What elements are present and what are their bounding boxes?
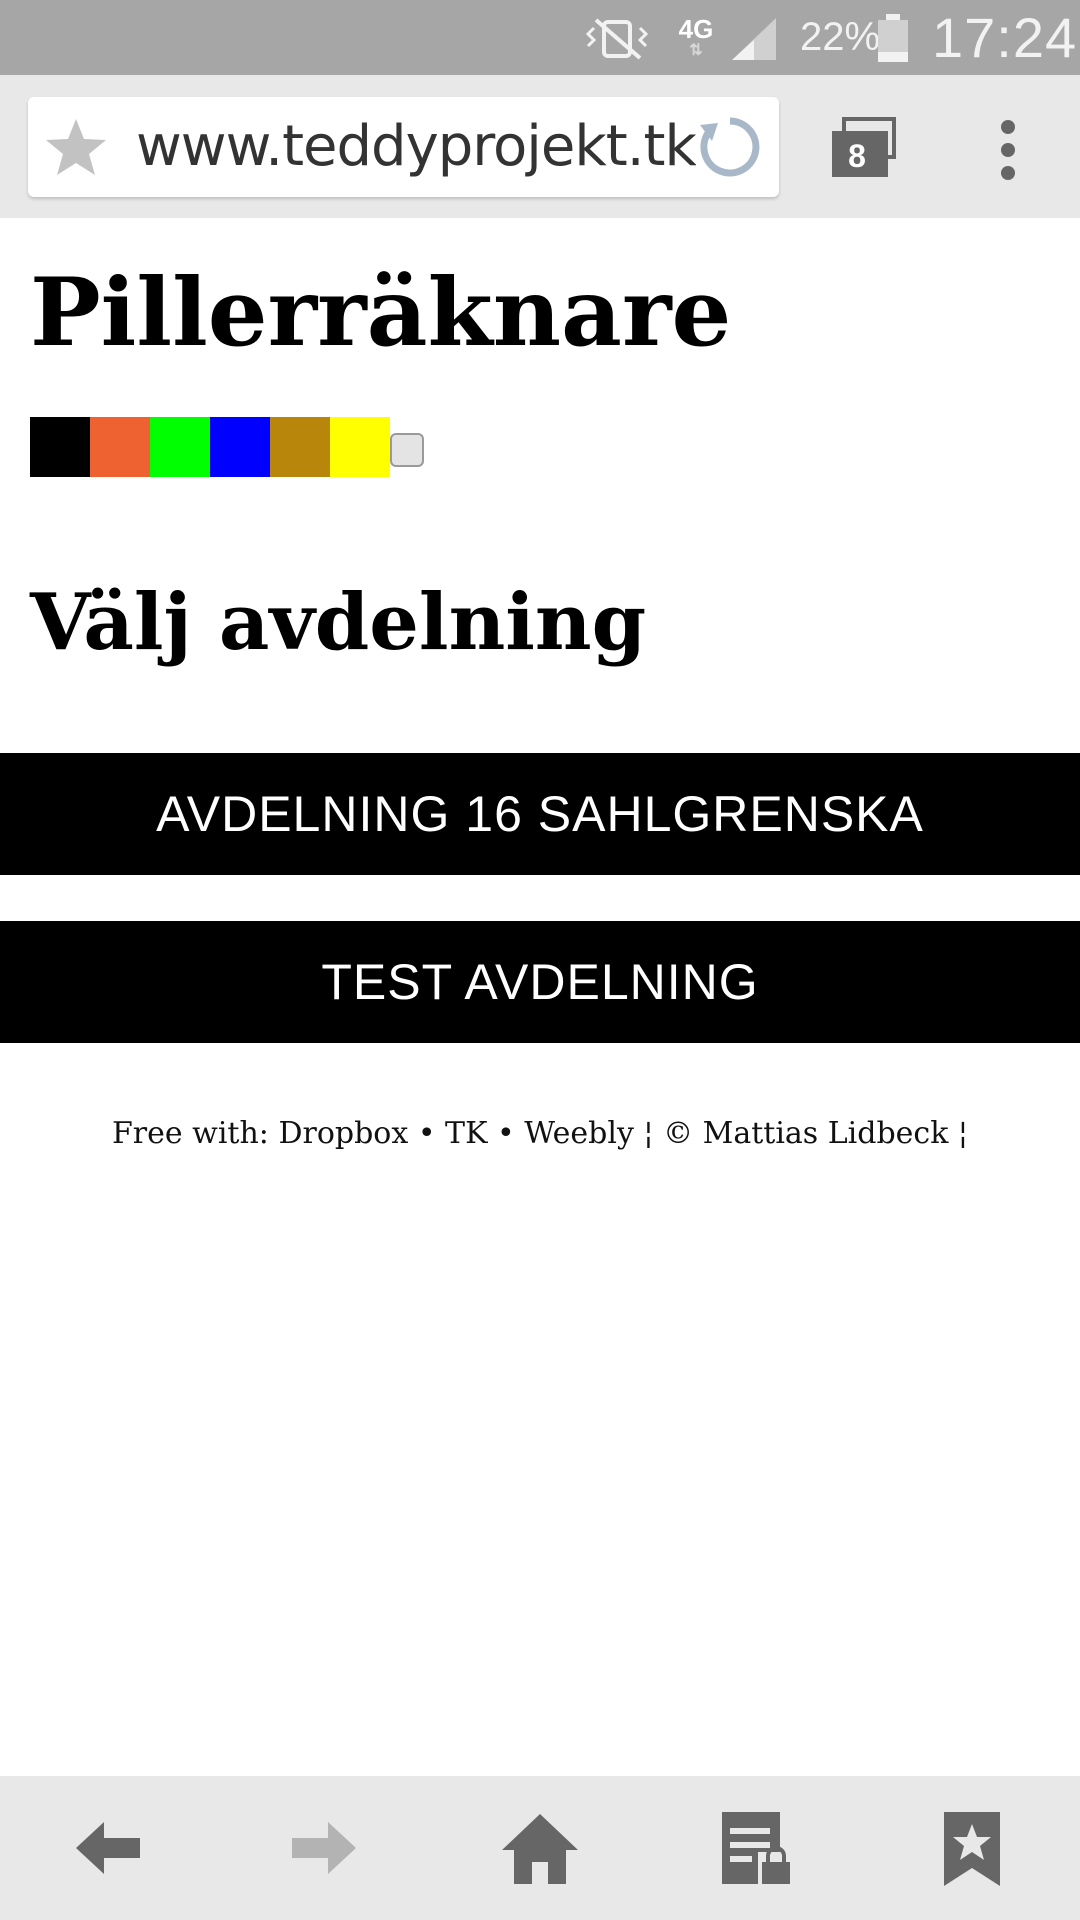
browser-toolbar: www.teddyprojekt.tk/ 8 (0, 75, 1080, 218)
color-checkbox[interactable] (390, 433, 424, 467)
color-swatch[interactable] (270, 417, 330, 477)
address-bar[interactable]: www.teddyprojekt.tk/ (28, 97, 779, 197)
forward-icon[interactable] (282, 1806, 366, 1890)
back-icon[interactable] (66, 1806, 150, 1890)
section-title: Välj avdelning (30, 577, 647, 668)
saved-pages-icon[interactable] (714, 1806, 798, 1890)
clock: 17:24 (932, 6, 1078, 69)
data-arrows-icon: ⇅ (689, 41, 703, 59)
bookmarks-icon[interactable] (930, 1806, 1014, 1890)
page-content: Pillerräknare Välj avdelning AVDELNING 1… (0, 218, 1080, 1776)
footer-credits: Free with: Dropbox • TK • Weebly ¦ © Mat… (111, 1116, 969, 1151)
browser-bottom-bar (0, 1776, 1080, 1920)
color-swatch[interactable] (330, 417, 390, 477)
department-button-sahlgrenska[interactable]: AVDELNING 16 SAHLGRENSKA (0, 753, 1080, 875)
overflow-menu-icon[interactable] (990, 115, 1026, 185)
color-swatch[interactable] (210, 417, 270, 477)
color-swatch[interactable] (150, 417, 210, 477)
url-text[interactable]: www.teddyprojekt.tk/ (136, 97, 696, 197)
home-icon[interactable] (498, 1806, 582, 1890)
vibrate-icon (582, 0, 654, 75)
battery-percent: 22% (800, 15, 881, 59)
tab-count[interactable]: 8 (832, 133, 882, 179)
color-swatch[interactable] (90, 417, 150, 477)
page-title: Pillerräknare (30, 258, 732, 368)
department-button-test[interactable]: TEST AVDELNING (0, 921, 1080, 1043)
status-bar: 4G ⇅ 22% 17:24 (0, 0, 1080, 75)
color-swatch[interactable] (30, 417, 90, 477)
color-swatches (30, 417, 390, 477)
star-icon[interactable] (44, 115, 108, 179)
battery-icon (876, 0, 910, 75)
network-type: 4G ⇅ (672, 0, 720, 75)
network-label: 4G (678, 13, 714, 44)
reload-icon[interactable] (696, 113, 764, 181)
signal-icon (728, 0, 780, 75)
